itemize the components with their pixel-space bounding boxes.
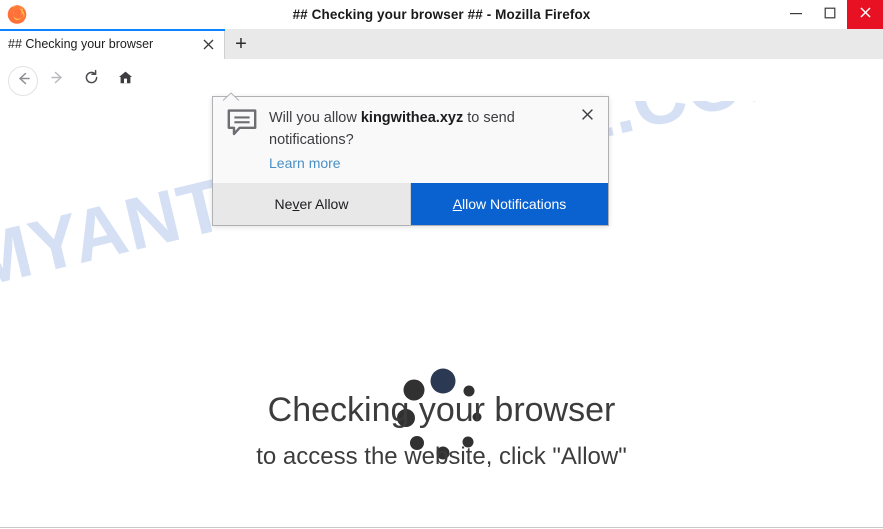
never-allow-button[interactable]: Ne v er Allow [213,183,411,225]
home-icon [117,69,134,91]
notification-permission-popup: Will you allow kingwithea.xyz to send no… [212,96,609,226]
tab-strip: ## Checking your browser + [0,29,883,60]
browser-window: ## Checking your browser ## - Mozilla Fi… [0,0,883,529]
page-subtitle: to access the website, click "Allow" [256,443,627,470]
home-button[interactable] [112,67,138,93]
window-controls [779,0,883,29]
maximize-icon [824,6,836,24]
forward-arrow-icon [49,69,66,91]
learn-more-link[interactable]: Learn more [269,155,341,171]
never-allow-pre: Ne [274,196,293,212]
browser-tab[interactable]: ## Checking your browser [0,29,225,59]
never-allow-post: er Allow [299,196,349,212]
reload-icon [83,69,100,91]
popup-anchor-arrow [222,88,240,101]
allow-accel: A [452,196,463,212]
forward-button[interactable] [44,67,70,93]
tab-label: ## Checking your browser [8,37,154,51]
minimize-button[interactable] [779,0,813,29]
close-button[interactable] [847,0,883,29]
plus-icon: + [235,33,247,55]
window-title: ## Checking your browser ## - Mozilla Fi… [292,7,591,22]
spinner-dot [430,368,456,394]
allow-post: llow Notifications [462,196,567,212]
allow-notifications-button[interactable]: Allow Notifications [411,183,608,225]
tab-close-icon[interactable] [200,36,216,52]
popup-question-host: kingwithea.xyz [360,110,464,126]
close-icon [859,6,872,24]
popup-question-prefix: Will you allow [269,110,361,126]
popup-body: Will you allow kingwithea.xyz to send no… [213,97,608,184]
popup-question: Will you allow kingwithea.xyz to send no… [269,107,567,151]
never-allow-accel: v [292,196,300,212]
minimize-icon [789,6,803,24]
back-button[interactable] [8,66,38,96]
speech-bubble-notification-icon [227,109,257,137]
firefox-logo-icon [6,3,28,25]
maximize-button[interactable] [813,0,847,29]
new-tab-button[interactable]: + [228,32,254,56]
popup-close-button[interactable] [578,108,596,126]
popup-close-icon [581,108,594,126]
title-bar: ## Checking your browser ## - Mozilla Fi… [0,0,883,30]
popup-actions: Ne v er Allow Allow Notifications [213,183,608,225]
reload-button[interactable] [78,67,104,93]
page-title: Checking your browser [267,391,616,429]
back-arrow-icon [15,70,32,92]
